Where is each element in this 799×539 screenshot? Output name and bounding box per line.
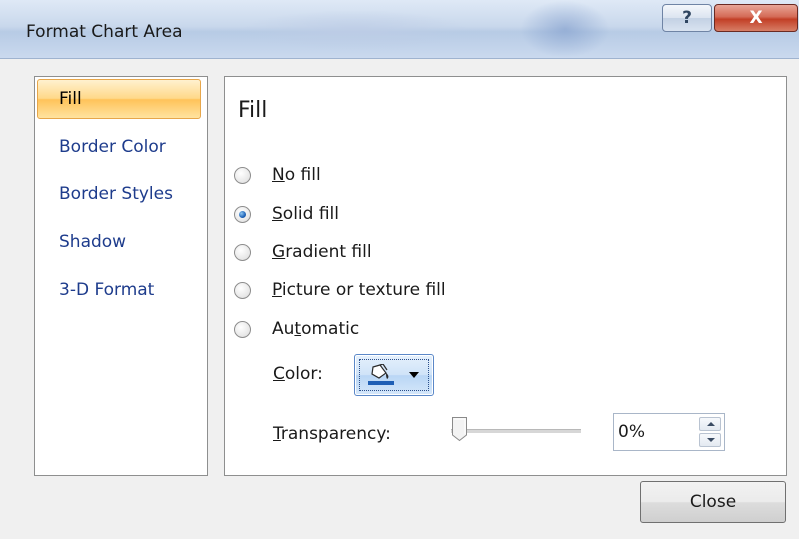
radio-label: Gradient fill: [272, 242, 372, 262]
nav-item-label: Fill: [59, 89, 82, 109]
radio-gradient-fill[interactable]: Gradient fill: [234, 239, 372, 265]
radio-button[interactable]: [234, 243, 251, 261]
paint-bucket-icon: [368, 364, 394, 385]
window-close-button[interactable]: X: [714, 4, 798, 32]
radio-automatic[interactable]: Automatic: [234, 316, 359, 342]
radio-picture-or-texture-fill[interactable]: Picture or texture fill: [234, 277, 446, 303]
close-button[interactable]: Close: [640, 481, 786, 523]
radio-label: No fill: [272, 165, 321, 185]
title-bar: Format Chart Area ? X: [0, 0, 799, 59]
transparency-spinner[interactable]: [613, 413, 725, 451]
nav-item-label: 3-D Format: [59, 280, 155, 300]
radio-button[interactable]: [234, 320, 251, 338]
close-button-label: Close: [689, 492, 737, 512]
nav-item-shadow[interactable]: Shadow: [37, 222, 201, 262]
nav-item-border-color[interactable]: Border Color: [37, 127, 201, 167]
slider-track: [451, 429, 581, 434]
fill-settings-panel: Fill No fill Solid fill Gradient fill Pi…: [224, 76, 787, 476]
dialog-body: Fill Border Color Border Styles Shadow 3…: [0, 59, 799, 539]
nav-item-label: Shadow: [59, 232, 127, 252]
help-button[interactable]: ?: [662, 4, 712, 32]
color-picker-button[interactable]: [354, 354, 434, 396]
nav-item-label: Border Color: [59, 137, 166, 157]
category-list: Fill Border Color Border Styles Shadow 3…: [34, 76, 208, 476]
radio-button[interactable]: [234, 166, 251, 184]
help-icon: ?: [682, 8, 692, 28]
slider-thumb[interactable]: [451, 416, 468, 442]
radio-label: Picture or texture fill: [272, 280, 446, 300]
radio-button[interactable]: [234, 205, 251, 223]
radio-solid-fill[interactable]: Solid fill: [234, 201, 339, 227]
radio-label: Solid fill: [272, 204, 339, 224]
dialog-title: Format Chart Area: [26, 22, 183, 42]
spin-down-button[interactable]: [699, 433, 721, 447]
transparency-label: Transparency:: [273, 424, 391, 444]
color-label: Color:: [273, 364, 323, 384]
chevron-down-icon: [409, 372, 419, 378]
format-chart-area-dialog: Format Chart Area ? X Fill Border Color …: [0, 0, 799, 539]
panel-title: Fill: [238, 98, 268, 123]
close-icon: X: [749, 8, 763, 28]
radio-label: Automatic: [272, 319, 360, 339]
radio-no-fill[interactable]: No fill: [234, 162, 321, 188]
nav-item-border-styles[interactable]: Border Styles: [37, 174, 201, 214]
spin-up-button[interactable]: [699, 417, 721, 431]
nav-item-label: Border Styles: [59, 184, 173, 204]
radio-button[interactable]: [234, 281, 251, 299]
nav-item-fill[interactable]: Fill: [37, 79, 201, 119]
nav-item-3d-format[interactable]: 3-D Format: [37, 270, 201, 310]
transparency-input[interactable]: [618, 418, 688, 446]
transparency-slider[interactable]: [451, 411, 581, 451]
